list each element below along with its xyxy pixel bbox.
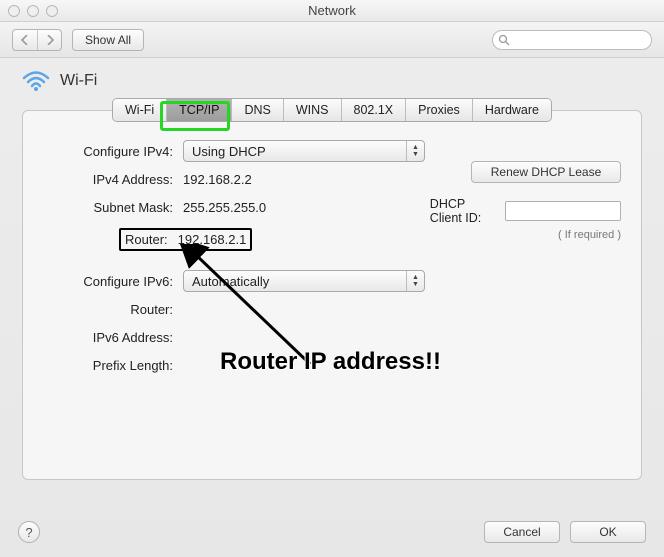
ok-button[interactable]: OK <box>570 521 646 543</box>
router-row-highlight: Router: 192.168.2.1 <box>119 228 252 251</box>
tab-wins[interactable]: WINS <box>283 99 341 121</box>
chevron-updown-icon: ▲▼ <box>406 141 424 161</box>
configure-ipv4-label: Configure IPv4: <box>43 144 183 159</box>
tab-tcpip[interactable]: TCP/IP <box>166 99 231 121</box>
ipv6-address-label: IPv6 Address: <box>43 330 183 345</box>
configure-ipv6-label: Configure IPv6: <box>43 274 183 289</box>
configure-ipv4-value: Using DHCP <box>192 144 266 159</box>
configure-ipv4-select[interactable]: Using DHCP ▲▼ <box>183 140 425 162</box>
dhcp-client-id-input[interactable] <box>505 201 621 221</box>
prefix-length-label: Prefix Length: <box>43 358 183 373</box>
forward-icon[interactable] <box>37 30 61 50</box>
titlebar: Network <box>0 0 664 22</box>
tab-dns[interactable]: DNS <box>231 99 282 121</box>
wifi-icon <box>22 70 50 92</box>
subnet-mask-value: 255.255.255.0 <box>183 200 266 215</box>
interface-name: Wi-Fi <box>60 72 97 90</box>
ipv4-address-value: 192.168.2.2 <box>183 172 252 187</box>
tab-bar: Wi-Fi TCP/IP DNS WINS 802.1X Proxies Har… <box>112 98 552 122</box>
cancel-button[interactable]: Cancel <box>484 521 560 543</box>
router-label: Router: <box>125 232 174 247</box>
footer: ? Cancel OK <box>0 507 664 557</box>
subnet-mask-label: Subnet Mask: <box>43 200 183 215</box>
chevron-updown-icon: ▲▼ <box>406 271 424 291</box>
ipv4-address-label: IPv4 Address: <box>43 172 183 187</box>
dhcp-client-id-label: DHCP Client ID: <box>430 197 499 225</box>
network-preferences-window: Network Show All Wi-Fi <box>0 0 664 557</box>
back-icon[interactable] <box>13 30 37 50</box>
tcpip-content: Configure IPv4: Using DHCP ▲▼ IPv4 Addre… <box>22 110 642 480</box>
nav-back-forward[interactable] <box>12 29 62 51</box>
show-all-button[interactable]: Show All <box>72 29 144 51</box>
search-input[interactable] <box>492 30 652 50</box>
interface-header: Wi-Fi <box>22 70 642 92</box>
configure-ipv6-value: Automatically <box>192 274 269 289</box>
tab-proxies[interactable]: Proxies <box>405 99 472 121</box>
router-value: 192.168.2.1 <box>174 232 247 247</box>
tab-hardware[interactable]: Hardware <box>472 99 551 121</box>
configure-ipv6-select[interactable]: Automatically ▲▼ <box>183 270 425 292</box>
tab-8021x[interactable]: 802.1X <box>341 99 406 121</box>
search-icon <box>498 34 510 46</box>
window-title: Network <box>0 3 664 18</box>
router6-label: Router: <box>43 302 183 317</box>
panel: Wi-Fi Wi-Fi TCP/IP DNS WINS 802.1X Proxi… <box>22 70 642 497</box>
tab-wifi[interactable]: Wi-Fi <box>113 99 166 121</box>
right-column: Renew DHCP Lease DHCP Client ID: ( If re… <box>451 161 621 241</box>
toolbar: Show All <box>0 22 664 58</box>
help-button[interactable]: ? <box>18 521 40 543</box>
renew-dhcp-lease-button[interactable]: Renew DHCP Lease <box>471 161 621 183</box>
if-required-hint: ( If required ) <box>558 229 621 241</box>
